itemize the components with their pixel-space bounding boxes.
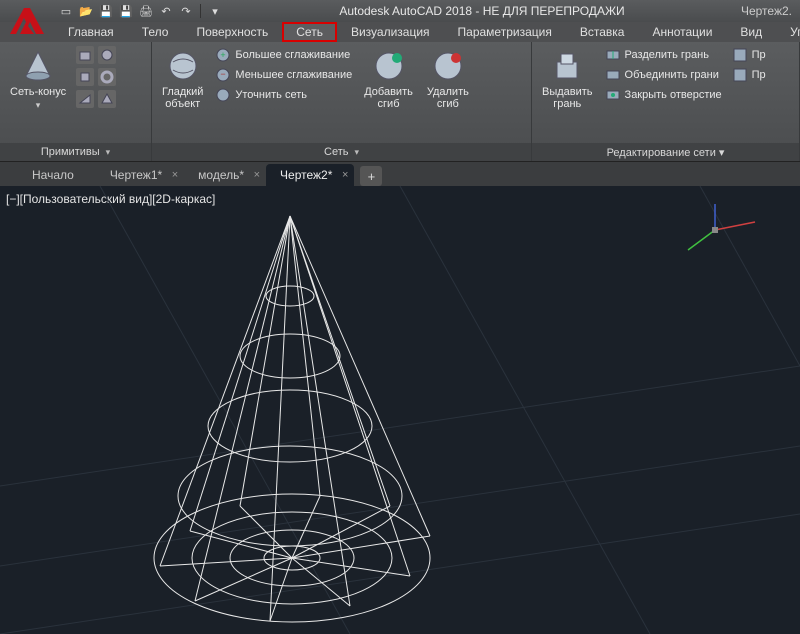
remove-crease-button[interactable]: Удалить сгиб [423, 46, 473, 112]
refine-icon [215, 87, 231, 103]
merge-icon [605, 67, 621, 83]
merge-face-button[interactable]: Объединить грани [603, 66, 724, 84]
add-crease-label: Добавить сгиб [364, 86, 413, 110]
menu-bar: Главная Тело Поверхность Сеть Визуализац… [0, 22, 800, 42]
menu-home[interactable]: Главная [54, 22, 128, 42]
prim-sphere-icon[interactable] [98, 46, 116, 64]
app-logo[interactable] [6, 4, 50, 38]
menu-view[interactable]: Вид [726, 22, 776, 42]
less-smooth-button[interactable]: −Меньшее сглаживание [213, 66, 354, 84]
more-smooth-button[interactable]: +Большее сглаживание [213, 46, 354, 64]
add-crease-icon [371, 48, 407, 84]
panel-primitives-title: Примитивы [41, 146, 100, 158]
prim-torus-icon[interactable] [98, 68, 116, 86]
close-icon[interactable]: × [254, 169, 260, 181]
pr1-button[interactable]: Пр [730, 46, 768, 64]
title-bar-text: Autodesk AutoCAD 2018 - НЕ ДЛЯ ПЕРЕПРОДА… [227, 4, 737, 18]
remove-crease-icon [430, 48, 466, 84]
split-face-button[interactable]: Разделить грань [603, 46, 724, 64]
menu-visualize[interactable]: Визуализация [337, 22, 444, 42]
dropdown-icon: ▾ [36, 100, 41, 111]
more-smooth-icon: + [215, 47, 231, 63]
panel-mesh-title: Сеть [324, 146, 348, 158]
menu-insert[interactable]: Вставка [566, 22, 639, 42]
menu-surface[interactable]: Поверхность [182, 22, 282, 42]
qat-undo-icon[interactable]: ↶ [158, 3, 174, 19]
menu-manage[interactable]: Упр [776, 22, 800, 42]
title-doc-name: Чертеж2. [741, 4, 796, 18]
close-icon[interactable]: × [172, 169, 178, 181]
tab-model[interactable]: модель*× [184, 164, 266, 186]
add-crease-button[interactable]: Добавить сгиб [360, 46, 417, 112]
qat-open-icon[interactable]: 📂 [78, 3, 94, 19]
menu-solid[interactable]: Тело [128, 22, 183, 42]
pr2-icon [732, 67, 748, 83]
prim-cylinder-icon[interactable] [76, 68, 94, 86]
document-tabs: Начало Чертеж1*× модель*× Чертеж2*× + [0, 162, 800, 186]
qat-redo-icon[interactable]: ↷ [178, 3, 194, 19]
cone-icon [20, 48, 56, 84]
viewport[interactable]: [−][Пользовательский вид][2D-каркас] [0, 186, 800, 634]
close-hole-icon [605, 87, 621, 103]
panel-mesh-edit: Выдавить грань Разделить грань Объединит… [532, 42, 800, 161]
extrude-face-button[interactable]: Выдавить грань [538, 46, 597, 112]
prim-wedge-icon[interactable] [76, 90, 94, 108]
add-tab-button[interactable]: + [360, 166, 382, 186]
smooth-label: Гладкий объект [162, 86, 203, 110]
qat-new-icon[interactable]: ▭ [58, 3, 74, 19]
cone-label: Сеть-конус [10, 86, 66, 98]
qat-print-icon[interactable]: 🖨 [138, 3, 154, 19]
expand-icon[interactable]: ▾ [354, 147, 359, 158]
quick-access-toolbar: ▭ 📂 💾 💾 🖨 ↶ ↷ ▾ Autodesk AutoCAD 2018 - … [0, 0, 800, 22]
ucs-gizmo[interactable] [670, 200, 760, 260]
prim-box-icon[interactable] [76, 46, 94, 64]
panel-edit-title: Редактирование сети ▾ [607, 146, 725, 159]
extrude-icon [549, 48, 585, 84]
smooth-object-button[interactable]: Гладкий объект [158, 46, 207, 112]
qat-save-icon[interactable]: 💾 [98, 3, 114, 19]
primitive-small-buttons [76, 46, 116, 108]
pr2-button[interactable]: Пр [730, 66, 768, 84]
tab-drawing1[interactable]: Чертеж1*× [96, 164, 184, 186]
menu-parametric[interactable]: Параметризация [444, 22, 566, 42]
panel-primitives: Сеть-конус ▾ Примитивы ▾ [0, 42, 152, 161]
expand-icon[interactable]: ▾ [106, 147, 111, 158]
ribbon: Сеть-конус ▾ Примитивы ▾ Гладкий объект +… [0, 42, 800, 162]
panel-mesh: Гладкий объект +Большее сглаживание −Мен… [152, 42, 532, 161]
remove-crease-label: Удалить сгиб [427, 86, 469, 110]
tab-start[interactable]: Начало [18, 164, 96, 186]
mesh-cone-button[interactable]: Сеть-конус ▾ [6, 46, 70, 113]
smooth-icon [165, 48, 201, 84]
tab-drawing2[interactable]: Чертеж2*× [266, 164, 354, 186]
refine-mesh-button[interactable]: Уточнить сеть [213, 86, 354, 104]
svg-text:−: − [221, 69, 226, 79]
close-hole-button[interactable]: Закрыть отверстие [603, 86, 724, 104]
menu-annotate[interactable]: Аннотации [638, 22, 726, 42]
less-smooth-icon: − [215, 67, 231, 83]
extrude-label: Выдавить грань [542, 86, 593, 110]
svg-text:+: + [221, 50, 226, 60]
menu-mesh[interactable]: Сеть [282, 22, 337, 42]
pr1-icon [732, 47, 748, 63]
close-icon[interactable]: × [342, 169, 348, 181]
qat-dropdown-icon[interactable]: ▾ [207, 3, 223, 19]
qat-saveas-icon[interactable]: 💾 [118, 3, 134, 19]
prim-pyramid-icon[interactable] [98, 90, 116, 108]
wireframe-cone [120, 206, 460, 626]
split-icon [605, 47, 621, 63]
